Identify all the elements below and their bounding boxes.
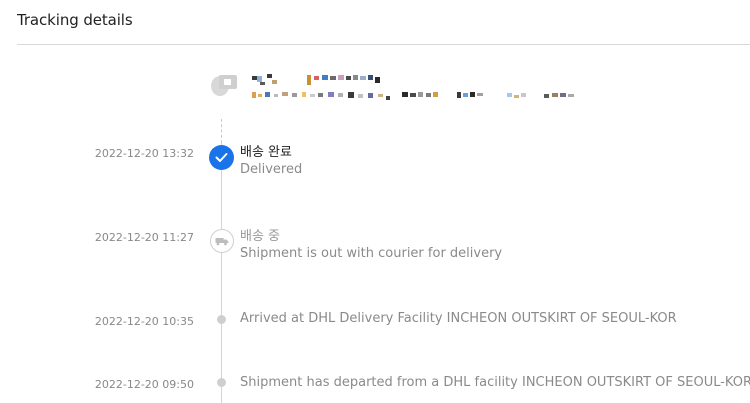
event-timestamp: 2022-12-20 10:35 [94,315,194,328]
event-status-en: Shipment is out with courier for deliver… [240,246,503,261]
header-divider [17,44,750,45]
timeline-dashed-connector [221,119,222,143]
dot-icon [217,315,226,324]
event-timestamp: 2022-12-20 13:32 [94,147,194,160]
event-timestamp: 2022-12-20 09:50 [94,378,194,391]
address-icon [209,72,239,98]
event-status-ko: 배송 중 [240,229,281,244]
event-timestamp: 2022-12-20 11:27 [94,231,194,244]
redacted-address [252,72,582,104]
event-status-en: Delivered [240,162,303,177]
event-status-en: Shipment has departed from a DHL facilit… [240,375,750,390]
timeline-line [221,143,222,403]
event-status-ko: 배송 완료 [240,145,292,160]
event-status-en: Arrived at DHL Delivery Facility INCHEON… [240,311,677,326]
truck-icon [210,229,234,253]
check-icon [209,145,234,170]
dot-icon [217,378,226,387]
page-title: Tracking details [17,11,133,29]
